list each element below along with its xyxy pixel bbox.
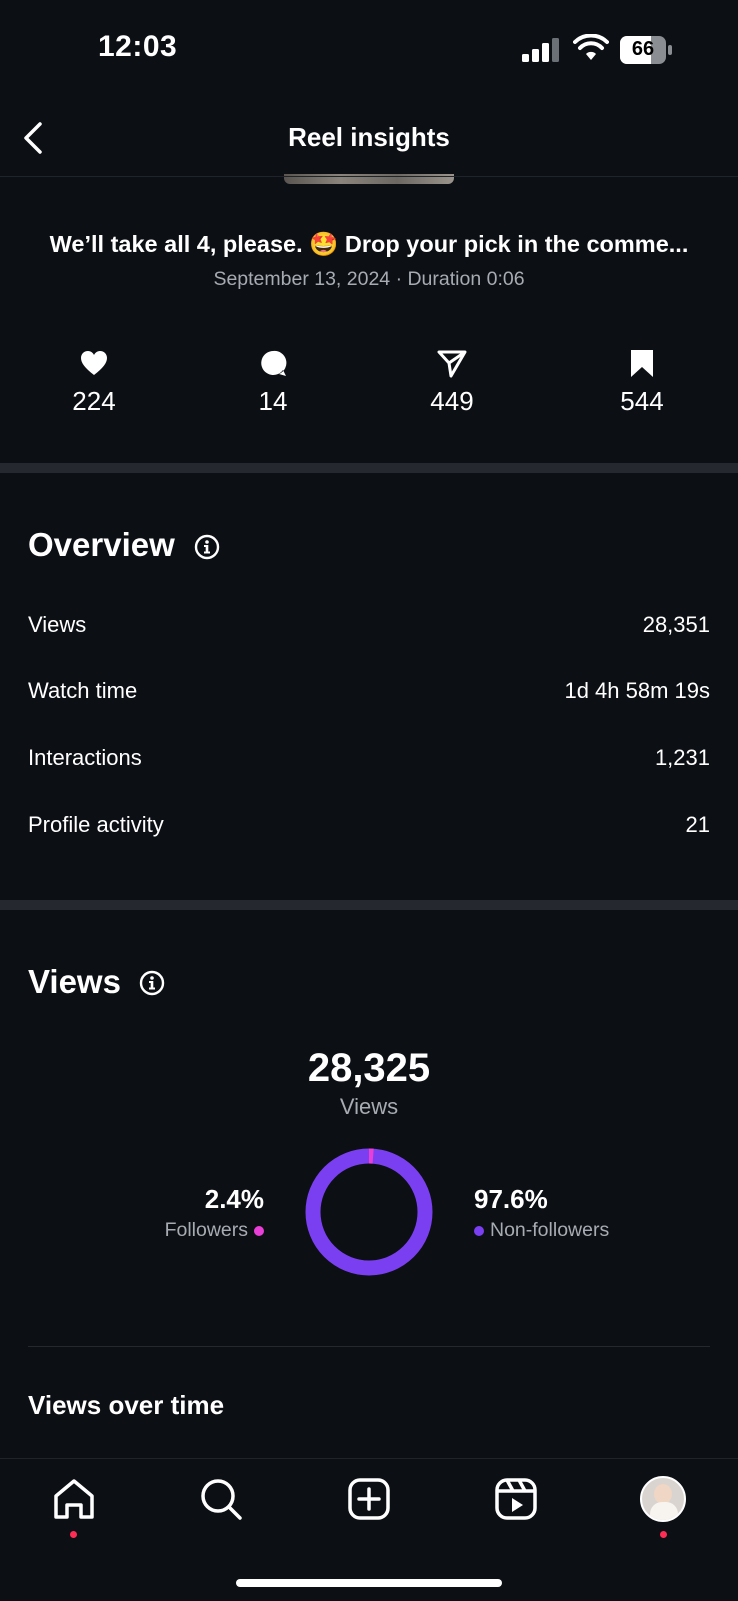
share-icon [437, 350, 467, 378]
non-followers-share: 97.6% Non-followers [474, 1184, 674, 1242]
overview-row-interactions-label: Interactions [28, 745, 142, 770]
info-icon[interactable] [139, 970, 165, 996]
create-icon[interactable] [346, 1476, 392, 1522]
likes-count: 224 [72, 386, 116, 416]
search-icon[interactable] [198, 1476, 244, 1522]
section-divider [0, 463, 738, 473]
shares-count: 449 [430, 386, 474, 416]
avatar-body [650, 1502, 678, 1520]
overview-row-profile-activity-label: Profile activity [28, 812, 164, 837]
saves-count: 544 [620, 386, 664, 416]
page-title: Reel insights [288, 122, 450, 152]
comment-icon [261, 350, 287, 376]
likes-stat: 224 [34, 348, 154, 417]
overview-row-watch-time-label: Watch time [28, 678, 138, 703]
non-followers-legend-dot [474, 1225, 484, 1236]
non-followers-arc [305, 1148, 433, 1276]
home-notification-dot [70, 1531, 77, 1538]
followers-legend-dot [254, 1225, 264, 1236]
overview-row-watch-time-value: 1d 4h 58m 19s [564, 678, 710, 703]
wifi-icon [573, 34, 609, 60]
overview-row-profile-activity-value: 21 [685, 812, 710, 837]
info-icon[interactable] [194, 534, 220, 560]
divider [28, 1346, 710, 1347]
views-title: Views [28, 963, 121, 1000]
battery-icon: 66 [620, 36, 672, 64]
views-total-label: Views [339, 1094, 399, 1119]
overview-row-views-value: 28,351 [642, 612, 710, 637]
overview-row-views-label: Views [28, 612, 87, 637]
non-followers-percent: 97.6% [474, 1184, 548, 1214]
battery-level: 66 [631, 38, 655, 60]
followers-label: Followers [164, 1219, 248, 1241]
section-divider [0, 900, 738, 910]
comments-count: 14 [258, 386, 288, 416]
overview-title: Overview [28, 526, 175, 563]
reels-icon[interactable] [493, 1476, 539, 1522]
shares-stat: 449 [392, 348, 512, 417]
overview-row-interactions-value: 1,231 [654, 745, 710, 770]
bookmark-icon [631, 350, 653, 377]
views-over-time-title: Views over time [28, 1390, 225, 1420]
saves-stat: 544 [582, 348, 702, 417]
comments-stat: 14 [213, 348, 333, 417]
non-followers-label: Non-followers [490, 1219, 610, 1241]
views-donut-chart [305, 1148, 433, 1276]
cellular-signal-icon [522, 38, 559, 62]
followers-share: 2.4% Followers [120, 1184, 264, 1242]
home-indicator [236, 1579, 502, 1587]
heart-icon [81, 351, 107, 375]
status-time: 12:03 [98, 30, 178, 63]
views-total: 28,325 [307, 1046, 431, 1090]
reel-caption: We’ll take all 4, please. 🤩 Drop your pi… [49, 231, 689, 257]
home-icon[interactable] [51, 1476, 97, 1522]
avatar-face [654, 1484, 672, 1504]
header-divider [0, 176, 738, 177]
followers-percent: 2.4% [204, 1184, 264, 1214]
profile-notification-dot [660, 1531, 667, 1538]
profile-avatar[interactable] [640, 1476, 686, 1522]
reel-meta: September 13, 2024 · Duration 0:06 [213, 268, 525, 290]
